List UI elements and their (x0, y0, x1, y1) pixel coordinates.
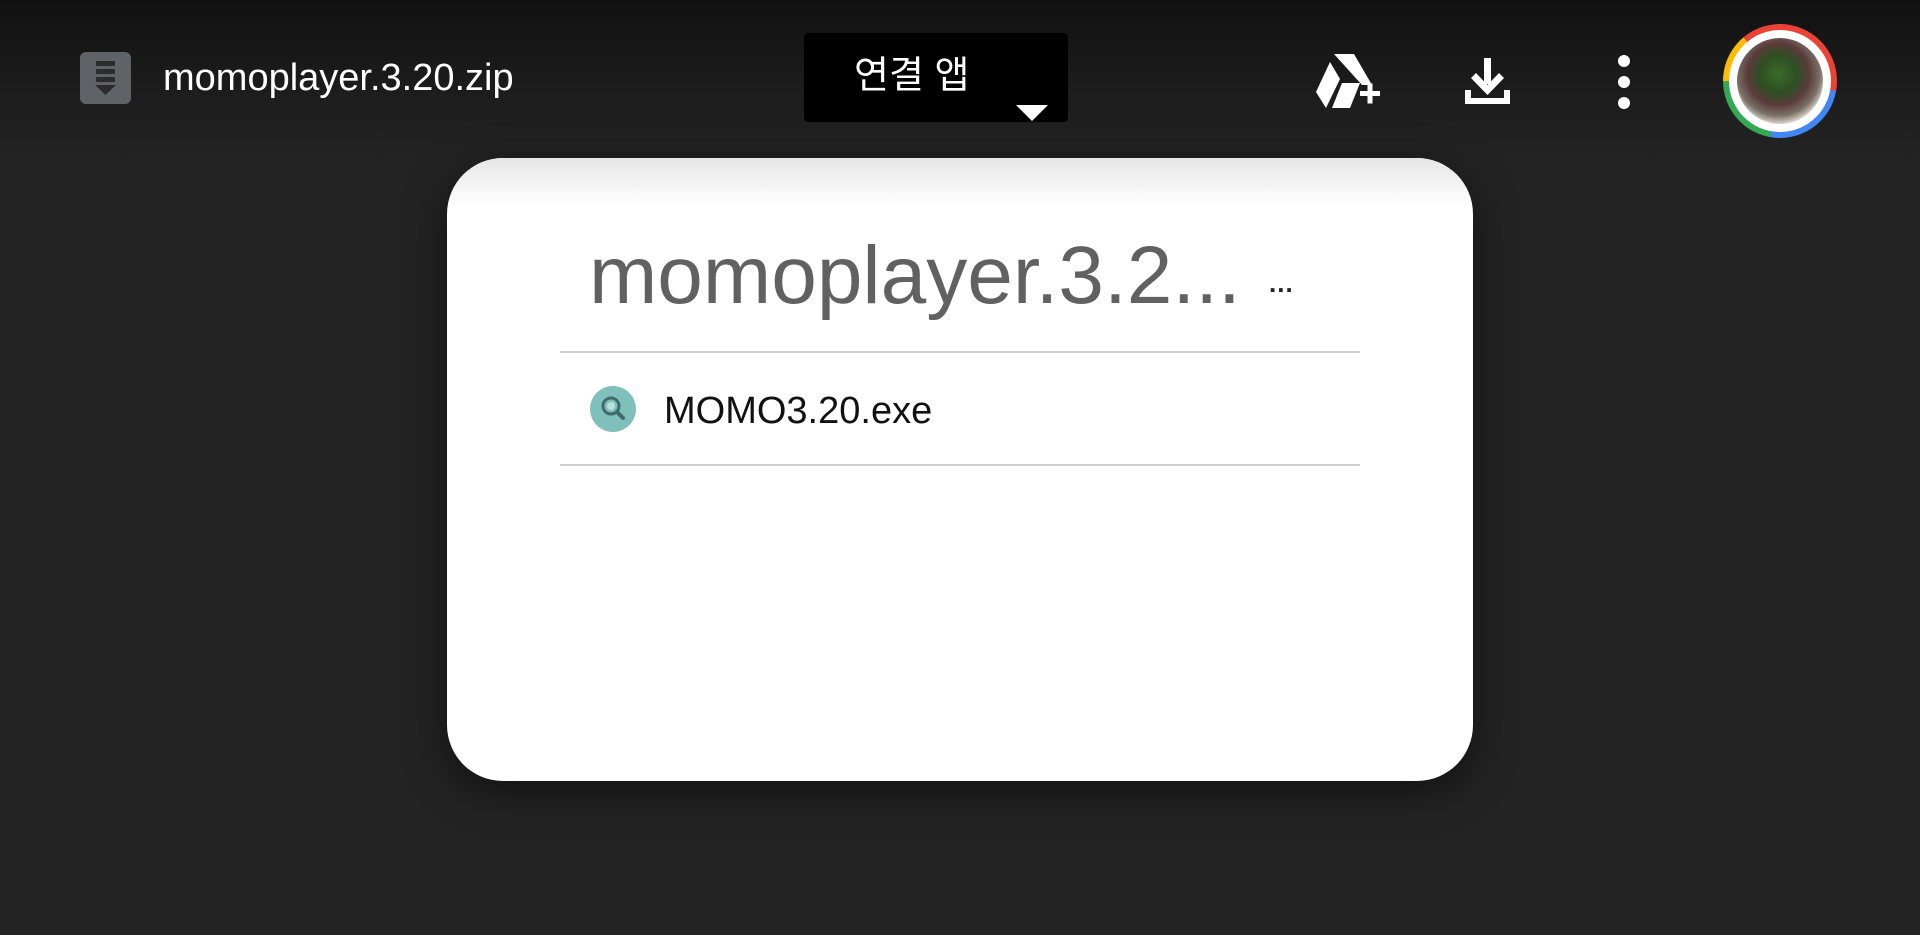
account-avatar[interactable] (1723, 24, 1837, 138)
card-top-shade (447, 158, 1473, 206)
divider-bottom (560, 464, 1360, 466)
top-bar: momoplayer.3.20.zip 연결 앱 (0, 0, 1920, 160)
open-with-button[interactable]: 연결 앱 (804, 33, 1068, 122)
add-to-drive-icon[interactable] (1316, 52, 1380, 110)
archive-preview-card: momoplayer.3.2... ... MOMO3.20.exe (447, 158, 1473, 781)
chevron-down-icon (1016, 105, 1048, 121)
list-item[interactable]: MOMO3.20.exe (560, 354, 1360, 466)
divider-top (560, 351, 1360, 353)
archive-title: momoplayer.3.2... (589, 230, 1241, 321)
more-vert-icon[interactable] (1596, 52, 1652, 110)
download-icon[interactable] (1457, 52, 1519, 110)
open-with-label: 연결 앱 (854, 55, 970, 97)
zip-file-icon (80, 52, 131, 104)
avatar-photo (1737, 38, 1823, 124)
list-item-name: MOMO3.20.exe (664, 390, 933, 432)
exe-file-icon (590, 386, 636, 432)
title-overflow-dots: ... (1269, 268, 1294, 298)
file-title: momoplayer.3.20.zip (163, 57, 514, 99)
